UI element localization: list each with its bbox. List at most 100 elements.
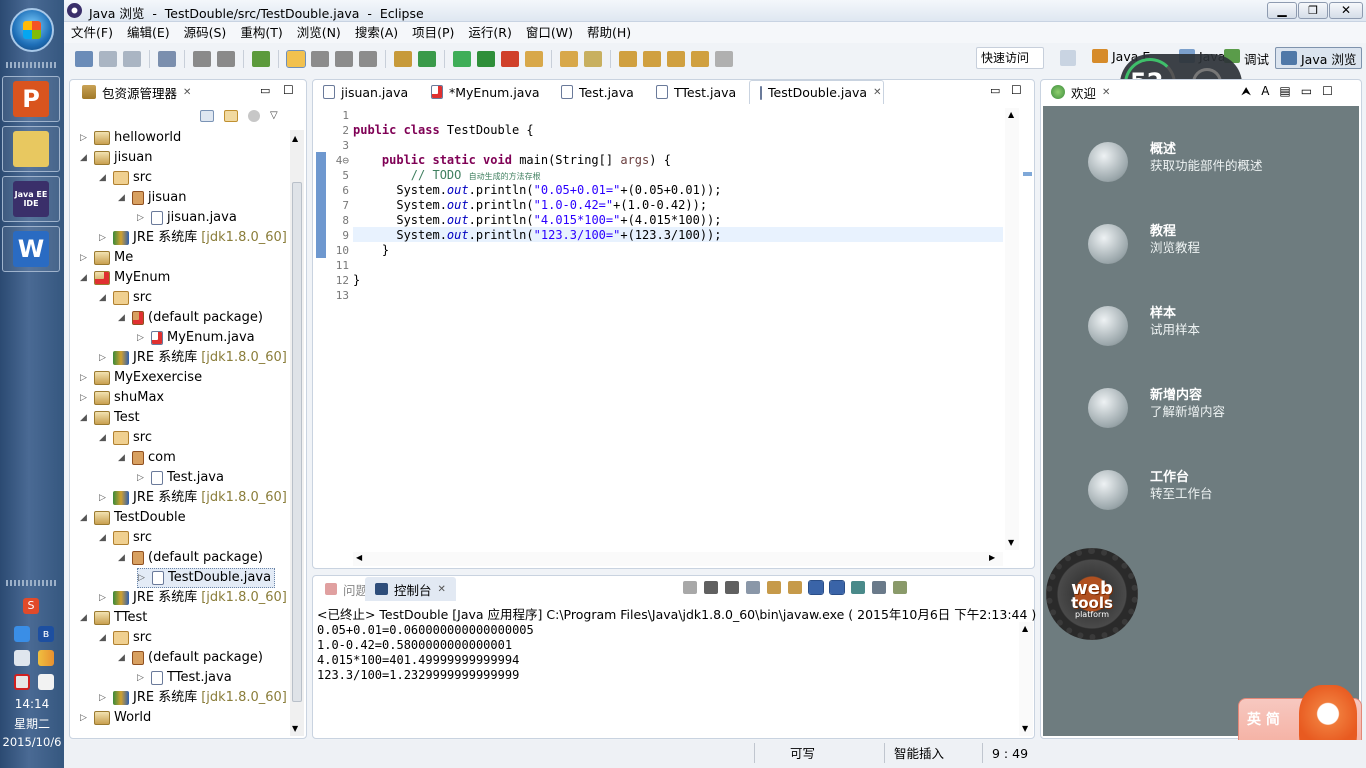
collapse-icon[interactable]: ◢ <box>99 288 109 308</box>
clock-time[interactable]: 14:14 <box>0 697 64 711</box>
taskbar-app-button[interactable] <box>2 126 60 172</box>
tree-item[interactable]: ▷ World <box>80 708 151 728</box>
ime-mode-label[interactable]: 英 简 <box>1247 709 1280 729</box>
editor-hscrollbar[interactable]: ◀ ▶ <box>353 552 1003 566</box>
clear-console-icon[interactable] <box>746 581 760 594</box>
expand-icon[interactable]: ▷ <box>80 388 90 408</box>
editor-tab[interactable]: jisuan.java <box>313 80 421 104</box>
menu-item[interactable]: 搜索(A) <box>348 22 405 43</box>
expand-icon[interactable]: ▷ <box>80 248 90 268</box>
collapse-icon[interactable]: ◢ <box>80 608 90 628</box>
new-wizard-icon[interactable] <box>75 51 93 67</box>
external-tools-icon[interactable] <box>501 51 519 67</box>
console-scrollbar[interactable]: ▲ ▼ <box>1019 622 1033 736</box>
menu-item[interactable]: 浏览(N) <box>290 22 348 43</box>
minimize-button[interactable]: ▁ <box>1267 2 1297 19</box>
tree-item[interactable]: ◢ (default package) <box>118 548 263 568</box>
menu-item[interactable]: 项目(P) <box>405 22 461 43</box>
collapse-icon[interactable]: ◢ <box>118 548 128 568</box>
mark-occurrences-icon[interactable] <box>286 50 306 68</box>
show-on-stderr-icon[interactable] <box>829 580 845 595</box>
display-console-icon[interactable] <box>872 581 886 594</box>
expand-icon[interactable]: ▷ <box>137 468 147 488</box>
menu-item[interactable]: 源码(S) <box>177 22 234 43</box>
editor-tab[interactable]: *MyEnum.java <box>421 80 551 104</box>
last-edit-icon[interactable] <box>667 51 685 67</box>
toggle-block-icon[interactable] <box>311 51 329 67</box>
collapse-icon[interactable]: ◢ <box>99 628 109 648</box>
expand-icon[interactable]: ▷ <box>99 488 109 508</box>
tree-item[interactable]: ◢ src <box>99 428 152 448</box>
maximize-view-icon[interactable]: ☐ <box>1322 84 1333 99</box>
welcome-link[interactable]: 教程 浏览教程 <box>1088 220 1328 268</box>
debug-icon[interactable] <box>453 51 471 67</box>
expand-icon[interactable]: ▷ <box>80 708 90 728</box>
open-type-icon[interactable] <box>525 51 543 67</box>
tree-item[interactable]: ◢ Test <box>80 408 140 428</box>
menu-item[interactable]: 编辑(E) <box>120 22 177 43</box>
expand-icon[interactable]: ▷ <box>80 128 90 148</box>
tree-item[interactable]: ◢ jisuan <box>80 148 152 168</box>
tree-item[interactable]: ▷ Me <box>80 248 133 268</box>
tree-item[interactable]: ◢ TTest <box>80 608 147 628</box>
tree-item[interactable]: ◢ (default package) <box>118 648 263 668</box>
tree-item[interactable]: ▷ JRE 系统库 [jdk1.8.0_60] <box>99 348 287 368</box>
menu-item[interactable]: 窗口(W) <box>519 22 580 43</box>
save-icon[interactable] <box>99 51 117 67</box>
minimize-editor-icon[interactable]: ▭ <box>990 84 1000 97</box>
tree-item[interactable]: ◢ com <box>118 448 176 468</box>
remove-all-terminated-icon[interactable] <box>725 581 739 594</box>
search-icon[interactable] <box>584 51 602 67</box>
tree-item[interactable]: ▷ JRE 系统库 [jdk1.8.0_60] <box>99 688 287 708</box>
close-icon[interactable]: ✕ <box>1102 87 1110 98</box>
terminate-icon[interactable] <box>683 581 697 594</box>
previous-edit-icon[interactable] <box>643 51 661 67</box>
taskbar-app-button[interactable]: W <box>2 226 60 272</box>
taskbar-app-button[interactable]: P <box>2 76 60 122</box>
focus-task-icon[interactable] <box>248 110 260 122</box>
collapse-icon[interactable]: ◢ <box>118 308 128 328</box>
save-all-icon[interactable] <box>123 51 141 67</box>
minimize-view-icon[interactable]: ▭ <box>1301 84 1312 99</box>
editor-tab[interactable]: TestDouble.java ✕ <box>749 80 884 104</box>
tree-item[interactable]: ◢ TestDouble <box>80 508 186 528</box>
menu-item[interactable]: 运行(R) <box>461 22 518 43</box>
code-text[interactable]: public class TestDouble { public static … <box>353 108 1003 548</box>
tree-item[interactable]: ▷ helloworld <box>80 128 181 148</box>
next-edit-icon[interactable] <box>619 51 637 67</box>
taskbar-app-button[interactable]: Java EE IDE <box>2 176 60 222</box>
collapse-icon[interactable]: ◢ <box>118 448 128 468</box>
welcome-tab[interactable]: 欢迎 ✕ <box>1041 80 1120 104</box>
tree-scrollbar[interactable]: ▲ ▼ <box>290 130 304 736</box>
expand-icon[interactable]: ▷ <box>137 668 147 688</box>
package-explorer-tab[interactable]: 包资源管理器 ✕ <box>72 80 201 104</box>
menu-item[interactable]: 帮助(H) <box>580 22 638 43</box>
welcome-link[interactable]: 样本 试用样本 <box>1088 302 1328 350</box>
expand-icon[interactable]: ▷ <box>99 588 109 608</box>
menu-item[interactable]: 重构(T) <box>233 22 289 43</box>
increase-font-icon[interactable]: A <box>1261 84 1269 99</box>
expand-icon[interactable]: ▷ <box>99 228 109 248</box>
tree-item[interactable]: ▷ Test.java <box>137 468 224 488</box>
editor-tab[interactable]: TTest.java <box>646 80 749 104</box>
word-wrap-icon[interactable] <box>788 581 802 594</box>
collapse-icon[interactable]: ◢ <box>80 508 90 528</box>
maximize-view-icon[interactable]: ☐ <box>283 83 294 97</box>
quick-access-field[interactable]: 快速访问 <box>976 47 1044 69</box>
perspective-java-browsing[interactable]: Java 浏览 <box>1275 47 1363 69</box>
volume-muted-icon[interactable] <box>14 674 30 690</box>
scroll-lock-icon[interactable] <box>767 581 781 594</box>
link-with-editor-icon[interactable] <box>224 110 238 122</box>
open-task-icon-2[interactable] <box>560 51 578 67</box>
tree-item[interactable]: ▷ JRE 系统库 [jdk1.8.0_60] <box>99 228 287 248</box>
tree-item[interactable]: ◢ src <box>99 288 152 308</box>
show-on-stdout-icon[interactable] <box>808 580 824 595</box>
collapse-icon[interactable]: ◢ <box>118 648 128 668</box>
console-tab[interactable]: 控制台 ✕ <box>365 577 456 601</box>
navigate-up-icon[interactable]: ⮝ <box>1241 84 1251 99</box>
run-icon[interactable] <box>477 51 495 67</box>
tree-item[interactable]: ▷ MyExexercise <box>80 368 202 388</box>
collapse-icon[interactable]: ◢ <box>80 408 90 428</box>
close-icon[interactable]: ✕ <box>183 87 191 98</box>
collapse-icon[interactable]: ◢ <box>99 528 109 548</box>
